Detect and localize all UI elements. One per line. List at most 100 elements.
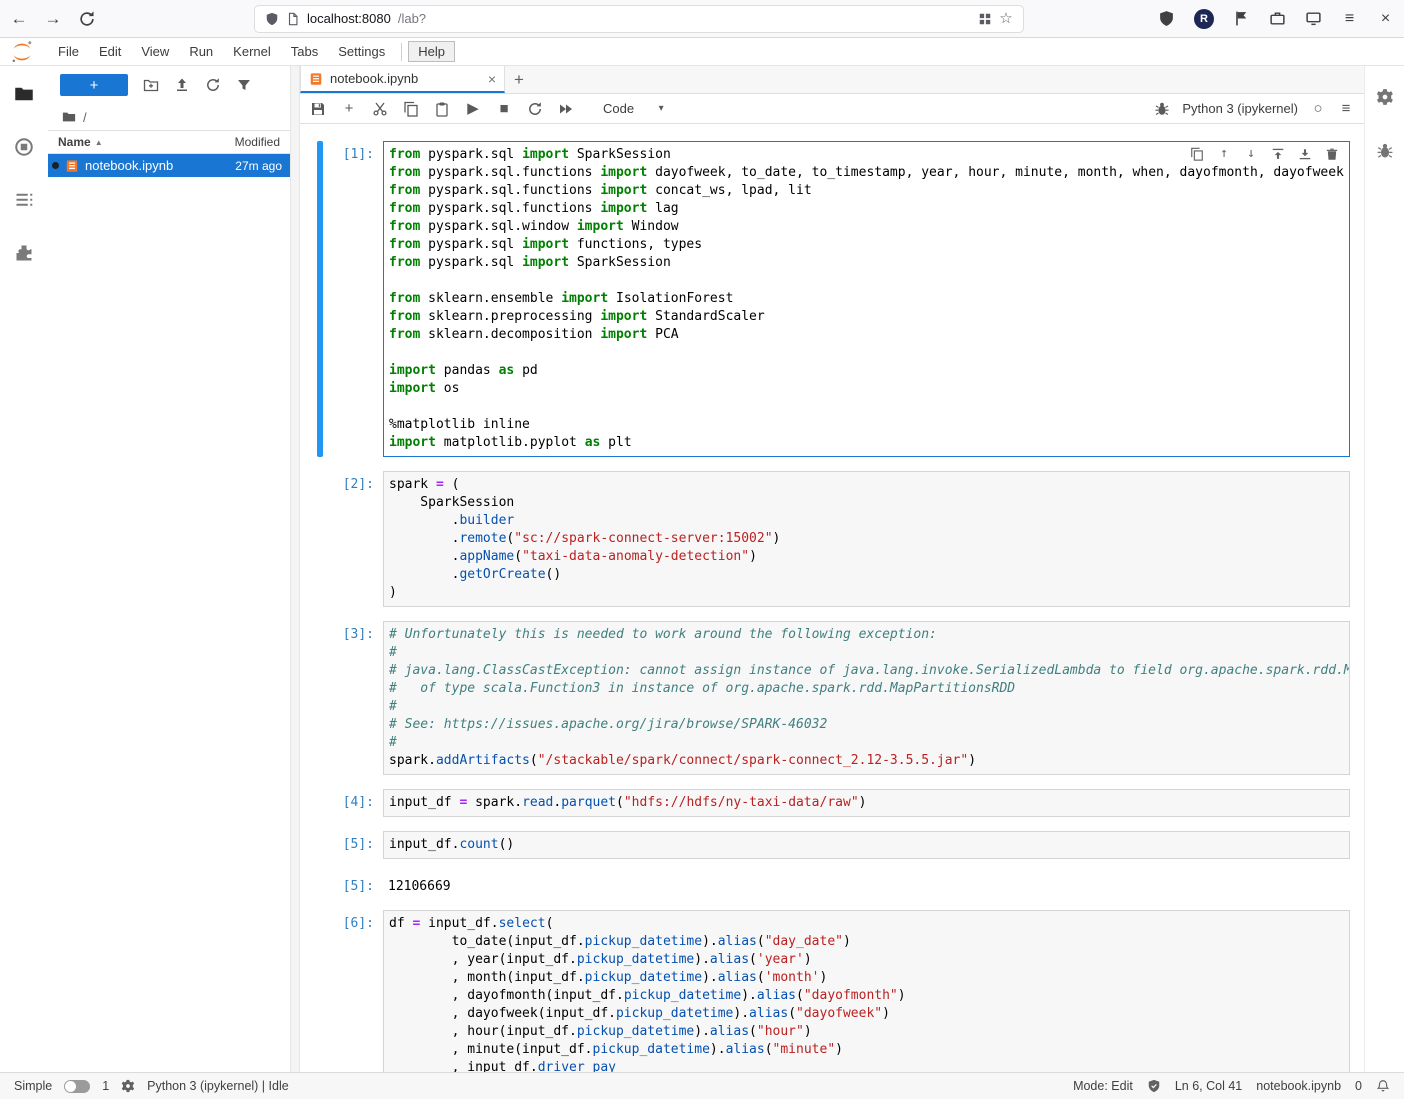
- insert-cell-icon[interactable]: +: [341, 101, 357, 117]
- run-cell-icon[interactable]: ▶: [465, 101, 481, 117]
- trusted-shield-icon[interactable]: [1147, 1079, 1161, 1093]
- menu-view[interactable]: View: [131, 41, 179, 62]
- column-name[interactable]: Name: [58, 135, 91, 149]
- simple-mode-toggle[interactable]: [64, 1080, 90, 1093]
- column-modified[interactable]: Modified: [235, 135, 280, 149]
- toolbar-overflow-icon[interactable]: ≡: [1338, 101, 1354, 117]
- input-prompt: [1]:: [323, 141, 383, 457]
- page-info-icon[interactable]: [286, 12, 300, 26]
- code-cell[interactable]: [2]:spark = ( SparkSession .builder .rem…: [300, 464, 1364, 614]
- menu-help[interactable]: Help: [408, 41, 455, 62]
- file-row-notebook[interactable]: notebook.ipynb 27m ago: [48, 154, 290, 177]
- cell-editor[interactable]: # Unfortunately this is needed to work a…: [383, 621, 1350, 775]
- interrupt-kernel-icon[interactable]: ■: [496, 101, 512, 117]
- code-cell[interactable]: [6]:df = input_df.select( to_date(input_…: [300, 903, 1364, 1072]
- kernel-sessions-count[interactable]: 1: [102, 1079, 109, 1093]
- right-activity-bar: [1364, 66, 1404, 1072]
- toolbox-icon[interactable]: [1269, 10, 1286, 27]
- sort-asc-icon[interactable]: ▲: [95, 138, 103, 147]
- copy-cells-icon[interactable]: [403, 101, 419, 117]
- input-prompt: [2]:: [323, 471, 383, 607]
- panel-splitter[interactable]: [290, 66, 300, 1072]
- kernel-name[interactable]: Python 3 (ipykernel): [1182, 101, 1298, 116]
- file-list-header: Name ▲ Modified: [48, 130, 290, 154]
- url-path: /lab?: [398, 11, 426, 26]
- close-window-icon[interactable]: ×: [1377, 10, 1394, 27]
- url-bar[interactable]: localhost:8080/lab? ☆: [254, 5, 1024, 33]
- file-browser-toolbar: +: [48, 66, 290, 104]
- table-of-contents-icon[interactable]: [14, 190, 34, 210]
- cell-toolbar: ↑↓: [1188, 146, 1341, 162]
- home-folder-icon[interactable]: [62, 110, 76, 124]
- restart-run-all-icon[interactable]: [558, 101, 574, 117]
- code-cell[interactable]: [3]:# Unfortunately this is needed to wo…: [300, 614, 1364, 782]
- new-launcher-button[interactable]: +: [60, 74, 128, 96]
- cell-editor[interactable]: df = input_df.select( to_date(input_df.p…: [383, 910, 1350, 1072]
- account-avatar[interactable]: R: [1194, 9, 1214, 29]
- menu-settings[interactable]: Settings: [328, 41, 395, 62]
- display-icon[interactable]: [1305, 10, 1322, 27]
- tracking-shield-icon[interactable]: [265, 12, 279, 26]
- menu-kernel[interactable]: Kernel: [223, 41, 281, 62]
- bookmark-star-icon[interactable]: ☆: [999, 12, 1013, 26]
- bell-icon[interactable]: [1376, 1079, 1390, 1093]
- cell-editor[interactable]: spark = ( SparkSession .builder .remote(…: [383, 471, 1350, 607]
- reader-grid-icon[interactable]: [978, 12, 992, 26]
- paste-cells-icon[interactable]: [434, 101, 450, 117]
- kernel-status-icon[interactable]: ○: [1310, 101, 1326, 117]
- main-dock-panel: notebook.ipynb × + + ▶ ■ Code ▾ Python 3…: [300, 66, 1364, 1072]
- menu-file[interactable]: File: [48, 41, 89, 62]
- extension-manager-icon[interactable]: [14, 243, 34, 263]
- add-tab-button[interactable]: +: [505, 66, 533, 93]
- cursor-position[interactable]: Ln 6, Col 41: [1175, 1079, 1242, 1093]
- cell-editor[interactable]: input_df.count(): [383, 831, 1350, 859]
- jupyter-logo: [10, 40, 34, 64]
- breadcrumb: /: [48, 104, 290, 130]
- privacy-shield-icon[interactable]: [1158, 10, 1175, 27]
- cell-output[interactable]: [5]:12106669: [300, 866, 1364, 903]
- code-cell[interactable]: [4]:input_df = spark.read.parquet("hdfs:…: [300, 782, 1364, 824]
- notebook-file-icon: [65, 159, 79, 173]
- menu-tabs[interactable]: Tabs: [281, 41, 328, 62]
- notification-count[interactable]: 0: [1355, 1079, 1362, 1093]
- move-cell-down-icon[interactable]: ↓: [1244, 147, 1258, 161]
- status-filename: notebook.ipynb: [1256, 1079, 1341, 1093]
- save-icon[interactable]: [310, 101, 326, 117]
- upload-icon[interactable]: [174, 77, 190, 93]
- debugger-icon[interactable]: [1154, 101, 1170, 117]
- close-tab-icon[interactable]: ×: [488, 71, 496, 87]
- url-host: localhost:8080: [307, 11, 391, 26]
- code-cell[interactable]: [1]:from pyspark.sql import SparkSession…: [300, 134, 1364, 464]
- cut-cells-icon[interactable]: [372, 101, 388, 117]
- code-cell[interactable]: [5]:input_df.count(): [300, 824, 1364, 866]
- hamburger-menu-icon[interactable]: ≡: [1341, 10, 1358, 27]
- duplicate-cell-icon[interactable]: [1190, 147, 1204, 161]
- status-bar: Simple 1 Python 3 (ipykernel) | Idle Mod…: [0, 1072, 1404, 1099]
- running-sessions-icon[interactable]: [14, 137, 34, 157]
- flag-icon[interactable]: [1233, 10, 1250, 27]
- insert-cell-above-icon[interactable]: [1271, 147, 1285, 161]
- move-cell-up-icon[interactable]: ↑: [1217, 147, 1231, 161]
- breadcrumb-root[interactable]: /: [83, 110, 87, 125]
- insert-cell-below-icon[interactable]: [1298, 147, 1312, 161]
- debugger-sidebar-icon[interactable]: [1376, 142, 1394, 160]
- kernel-sessions-icon[interactable]: [121, 1079, 135, 1093]
- cell-editor[interactable]: input_df = spark.read.parquet("hdfs://hd…: [383, 789, 1350, 817]
- reload-icon[interactable]: [78, 10, 96, 28]
- tab-notebook[interactable]: notebook.ipynb ×: [300, 66, 505, 93]
- restart-kernel-icon[interactable]: [527, 101, 543, 117]
- property-inspector-icon[interactable]: [1376, 88, 1394, 106]
- filter-files-icon[interactable]: [236, 77, 252, 93]
- file-browser-icon[interactable]: [14, 84, 34, 104]
- menu-edit[interactable]: Edit: [89, 41, 131, 62]
- delete-cell-icon[interactable]: [1325, 147, 1339, 161]
- forward-icon[interactable]: →: [44, 10, 62, 28]
- menu-run[interactable]: Run: [179, 41, 223, 62]
- kernel-status-text[interactable]: Python 3 (ipykernel) | Idle: [147, 1079, 289, 1093]
- refresh-file-list-icon[interactable]: [205, 77, 221, 93]
- new-folder-icon[interactable]: [143, 77, 159, 93]
- back-icon[interactable]: ←: [10, 10, 28, 28]
- menu-separator: [401, 43, 402, 61]
- cell-type-dropdown[interactable]: Code ▾: [603, 101, 666, 116]
- cell-editor[interactable]: from pyspark.sql import SparkSessionfrom…: [383, 141, 1350, 457]
